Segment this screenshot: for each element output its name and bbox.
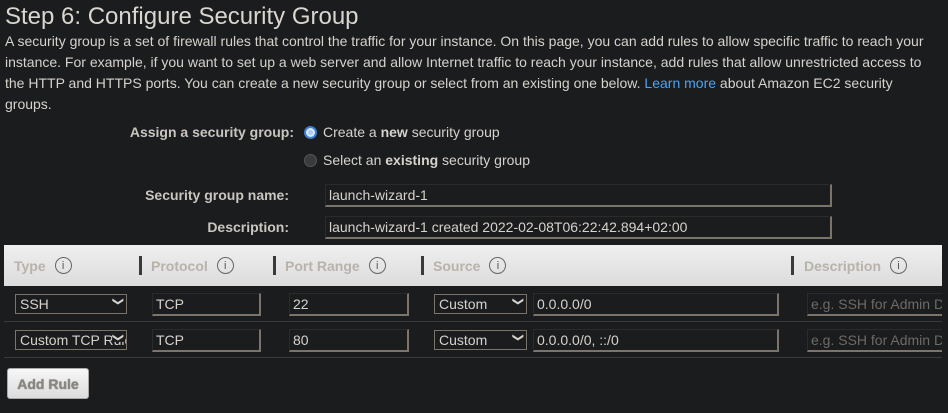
source-input[interactable]: 0.0.0.0/0, ::/0 (533, 329, 779, 352)
chevron-down-icon: ❯ (511, 332, 524, 343)
rule-row: Custom TCP Rule ❯ TCP 80 Custom ❯ 0.0.0.0/… (4, 322, 942, 358)
col-divider[interactable] (791, 256, 794, 275)
h: Source (433, 257, 481, 274)
type-select[interactable]: Custom TCP Rule ❯ (15, 330, 127, 350)
radio-label: Select an existing security group (323, 152, 530, 168)
h: Protocol (151, 257, 208, 274)
info-icon[interactable]: i (54, 257, 72, 274)
protocol-input[interactable]: TCP (152, 293, 261, 316)
v: SSH (20, 296, 49, 312)
h: Type (14, 257, 46, 274)
col-source: Source i (433, 257, 507, 274)
assign-label: Assign a security group: (129, 124, 294, 140)
t: new (380, 124, 408, 140)
v: Custom (439, 332, 488, 348)
t: Create a (323, 124, 381, 140)
source-select[interactable]: Custom ❯ (434, 330, 527, 350)
col-protocol: Protocol i (151, 257, 234, 274)
description-input[interactable]: e.g. SSH for Admin Desktop (807, 329, 942, 352)
info-icon[interactable]: i (368, 257, 386, 274)
description-label: Description: (207, 219, 289, 235)
radio-label: Create a new security group (323, 124, 500, 140)
chevron-down-icon: ❯ (111, 332, 125, 343)
add-rule-button[interactable]: Add Rule (7, 368, 89, 399)
chevron-down-icon: ❯ (111, 296, 124, 307)
col-divider[interactable] (139, 256, 142, 275)
v: Custom TCP Rule (20, 332, 127, 348)
security-group-name-input[interactable]: launch-wizard-1 (325, 184, 832, 207)
col-description: Description i (804, 257, 908, 274)
protocol-input[interactable]: TCP (152, 329, 261, 352)
source-select[interactable]: Custom ❯ (434, 294, 527, 314)
radio-unselected-icon[interactable] (304, 153, 317, 167)
col-port-range: Port Range i (285, 257, 386, 274)
rules-table-header: Type i Protocol i Port Range i Source i Desc… (4, 245, 942, 286)
col-divider[interactable] (273, 256, 276, 275)
t: existing (385, 152, 439, 168)
radio-select-existing[interactable]: Select an existing security group (304, 152, 530, 168)
page-title: Step 6: Configure Security Group (5, 3, 359, 30)
intro-text: A security group is a set of firewall ru… (5, 31, 940, 115)
description-input[interactable]: launch-wizard-1 created 2022-02-08T06:22… (325, 216, 832, 239)
port-range-input[interactable]: 22 (289, 293, 409, 316)
t: security group (438, 152, 530, 168)
col-type: Type i (14, 257, 72, 274)
v: Custom (439, 296, 488, 312)
chevron-down-icon: ❯ (511, 296, 524, 307)
rule-row: SSH ❯ TCP 22 Custom ❯ 0.0.0.0/0 e.g. SSH f… (4, 286, 942, 322)
t: Select an (323, 152, 386, 168)
h: Port Range (285, 257, 360, 274)
type-select[interactable]: SSH ❯ (15, 294, 127, 314)
info-icon[interactable]: i (890, 257, 908, 274)
h: Description (804, 257, 882, 274)
source-input[interactable]: 0.0.0.0/0 (533, 293, 779, 316)
port-range-input[interactable]: 80 (289, 329, 409, 352)
info-icon[interactable]: i (489, 257, 507, 274)
description-input[interactable]: e.g. SSH for Admin Desktop (807, 293, 942, 316)
radio-create-new[interactable]: Create a new security group (304, 124, 500, 140)
learn-more-link[interactable]: Learn more (644, 75, 716, 91)
info-icon[interactable]: i (216, 257, 234, 274)
radio-selected-icon[interactable] (304, 125, 317, 139)
t: security group (407, 124, 500, 140)
col-divider[interactable] (421, 256, 424, 275)
name-label: Security group name: (145, 187, 289, 203)
